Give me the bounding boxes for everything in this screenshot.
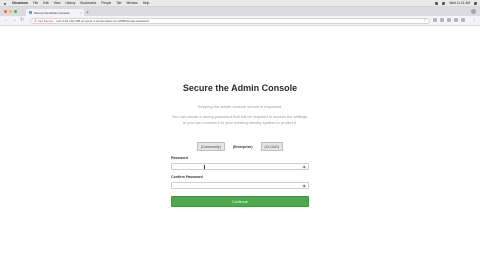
page-subtitle: Keeping the admin console secure is impo…	[197, 104, 283, 109]
menu-file[interactable]: File	[33, 1, 38, 5]
window-controls	[4, 10, 17, 13]
edition-selector: (Community) (Enterprise) (CLOUD)	[170, 142, 310, 151]
extension-icon[interactable]	[433, 18, 437, 22]
page-description: You can create a strong password that wi…	[171, 114, 309, 125]
menu-people[interactable]: People	[101, 1, 111, 5]
minimize-window-icon[interactable]	[9, 10, 12, 13]
tab-title: Secure the Admin Console	[34, 10, 70, 15]
menu-window[interactable]: Window	[126, 1, 137, 5]
macos-menubar: ● Chromium File Edit View History Bookma…	[0, 0, 480, 7]
battery-icon[interactable]	[442, 1, 446, 5]
menu-history[interactable]: History	[65, 1, 75, 5]
back-icon[interactable]: ←	[4, 17, 9, 23]
browser-toolbar: ← → ↻ ⚠ Not Secure ec2-3-91-134-198.comp…	[0, 16, 480, 26]
url-text[interactable]: ec2-3-91-134-198.compute-1.amazonaws.com…	[56, 19, 149, 23]
edition-enterprise-button[interactable]: (Enterprise)	[228, 142, 257, 151]
more-menu-icon[interactable]: ⋮	[472, 17, 476, 22]
menu-tab[interactable]: Tab	[116, 1, 121, 5]
menu-help[interactable]: Help	[143, 1, 150, 5]
menubar-clock[interactable]: Wed 11:21 AM	[449, 1, 470, 5]
page-content: Secure the Admin Console Keeping the adm…	[0, 26, 480, 270]
extension-icon[interactable]	[454, 18, 458, 22]
address-bar[interactable]: ⚠ Not Secure ec2-3-91-134-198.compute-1.…	[30, 17, 430, 24]
not-secure-label[interactable]: Not Secure	[38, 19, 53, 23]
extension-icon[interactable]	[447, 18, 451, 22]
show-confirm-password-icon[interactable]: ◉	[303, 183, 307, 188]
menu-app-name[interactable]: Chromium	[12, 1, 28, 5]
reload-icon[interactable]: ↻	[20, 17, 24, 23]
wifi-icon[interactable]	[435, 1, 439, 5]
show-password-icon[interactable]: ◉	[303, 164, 307, 169]
profile-avatar-icon[interactable]	[471, 9, 476, 14]
search-icon[interactable]	[474, 1, 477, 5]
close-window-icon[interactable]	[4, 10, 7, 13]
warning-icon[interactable]: ⚠	[34, 19, 37, 23]
edition-community-button[interactable]: (Community)	[196, 142, 225, 151]
confirm-password-field[interactable]: ◉	[171, 182, 309, 189]
password-field[interactable]: ◉	[171, 163, 309, 170]
extension-icon[interactable]	[461, 18, 465, 22]
confirm-password-label: Confirm Password	[171, 175, 203, 179]
text-cursor	[204, 165, 205, 169]
page-title: Secure the Admin Console	[182, 83, 298, 93]
tab-strip: Secure the Admin Console × +	[0, 7, 480, 16]
continue-button[interactable]: Continue	[171, 196, 309, 207]
menu-view[interactable]: View	[54, 1, 61, 5]
zoom-window-icon[interactable]	[14, 10, 17, 13]
apple-icon[interactable]: ●	[3, 1, 7, 6]
password-label: Password	[171, 156, 188, 160]
bookmark-star-icon[interactable]: ☆	[423, 17, 427, 22]
tab-secure-admin-console[interactable]: Secure the Admin Console ×	[26, 9, 84, 16]
menubar-status-area: Wed 11:21 AM	[435, 0, 477, 6]
menu-bookmarks[interactable]: Bookmarks	[80, 1, 96, 5]
extension-icon[interactable]	[440, 18, 444, 22]
menu-edit[interactable]: Edit	[43, 1, 49, 5]
edition-cloud-button[interactable]: (CLOUD)	[260, 142, 284, 151]
forward-icon[interactable]: →	[12, 17, 17, 23]
favicon-icon	[29, 11, 32, 14]
tab-close-icon[interactable]: ×	[80, 11, 82, 15]
